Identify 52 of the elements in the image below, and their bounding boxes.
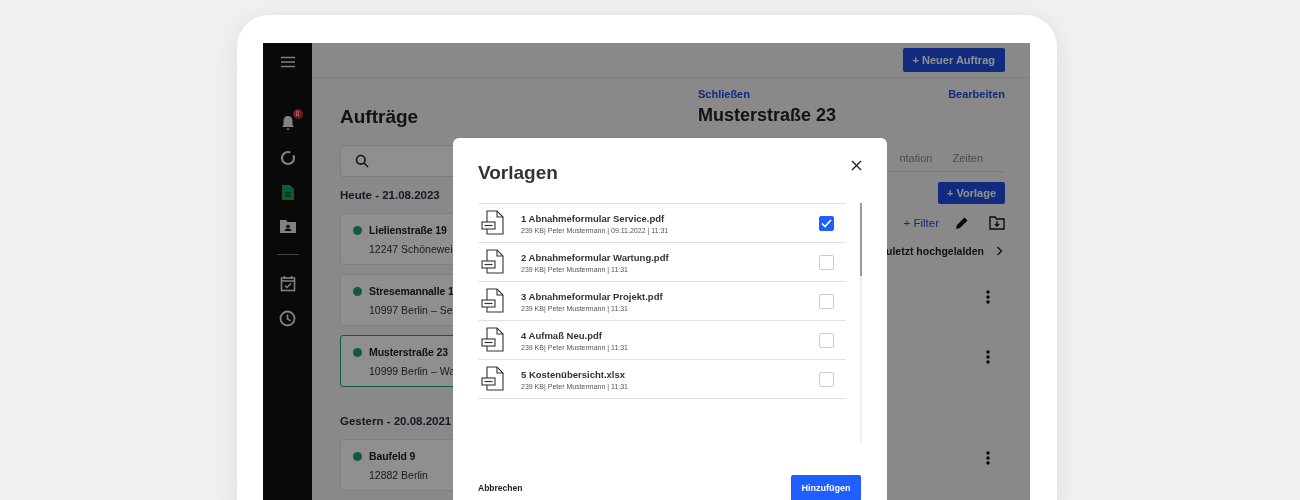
- order-address: Stresemannalle 1: [369, 285, 454, 297]
- tab[interactable]: Zeiten: [952, 152, 983, 164]
- cancel-button[interactable]: Abbrechen: [478, 483, 523, 493]
- close-link[interactable]: Schließen: [698, 88, 750, 100]
- order-location: 10997 Berlin – Se: [369, 304, 454, 316]
- date-heading: Gestern - 20.08.2021: [340, 415, 453, 427]
- menu-icon[interactable]: [279, 56, 296, 68]
- scrollbar[interactable]: [860, 203, 862, 443]
- more-icon[interactable]: [986, 451, 990, 465]
- pdf-file-icon: [481, 210, 507, 236]
- more-icon[interactable]: [986, 290, 990, 304]
- filter-link[interactable]: + Filter: [903, 217, 939, 229]
- date-heading: Heute - 21.08.2023: [340, 189, 441, 201]
- close-icon[interactable]: [851, 160, 862, 171]
- file-name: 3 Abnahmeformular Projekt.pdf: [521, 290, 664, 302]
- folder-person-icon[interactable]: [278, 219, 297, 234]
- status-dot: [353, 226, 362, 235]
- pdf-file-icon: [481, 288, 507, 314]
- add-template-button[interactable]: + Vorlage: [938, 182, 1005, 204]
- clock-icon[interactable]: [279, 310, 296, 327]
- pdf-file-icon: [481, 249, 507, 275]
- dialog-title: Vorlagen: [478, 162, 558, 184]
- order-address: Baufeld 9: [369, 450, 417, 462]
- pdf-file-icon: [481, 366, 507, 392]
- sort-label[interactable]: uletzt hochgelalden: [886, 245, 984, 257]
- new-order-button[interactable]: + Neuer Auftrag: [902, 48, 1005, 72]
- order-location: 12882 Berlin: [369, 469, 428, 481]
- calendar-check-icon[interactable]: [279, 275, 296, 292]
- file-name: 5 Kostenübersicht.xlsx: [521, 368, 626, 380]
- search-icon: [355, 154, 369, 168]
- file-name: 2 Abnahmeformular Wartung.pdf: [521, 251, 670, 263]
- file-name: 4 Aufmaß Neu.pdf: [521, 329, 603, 341]
- add-button[interactable]: Hinzufügen: [791, 475, 861, 500]
- folder-download-icon[interactable]: [989, 216, 1005, 230]
- pencil-icon[interactable]: [955, 216, 969, 230]
- status-dot: [353, 287, 362, 296]
- checkbox[interactable]: [819, 215, 834, 231]
- tab[interactable]: ntation: [899, 152, 933, 164]
- order-address: Lielienstraße 19: [369, 224, 448, 236]
- order-address: Musterstraße 23: [369, 346, 450, 358]
- file-name: 1 Abnahmeformular Service.pdf: [521, 212, 666, 224]
- document-icon[interactable]: [280, 184, 295, 201]
- status-dot: [353, 348, 362, 357]
- chevron-right-icon[interactable]: [996, 246, 1003, 256]
- order-location: 12247 Schönewei: [369, 243, 453, 255]
- more-icon[interactable]: [986, 350, 990, 364]
- page-title: Aufträge: [340, 106, 420, 128]
- pdf-file-icon: [481, 327, 507, 353]
- detail-title: Musterstraße 23: [698, 105, 838, 126]
- edit-link[interactable]: Bearbeiten: [948, 88, 1005, 100]
- status-dot: [353, 452, 362, 461]
- ring-icon[interactable]: [279, 150, 296, 166]
